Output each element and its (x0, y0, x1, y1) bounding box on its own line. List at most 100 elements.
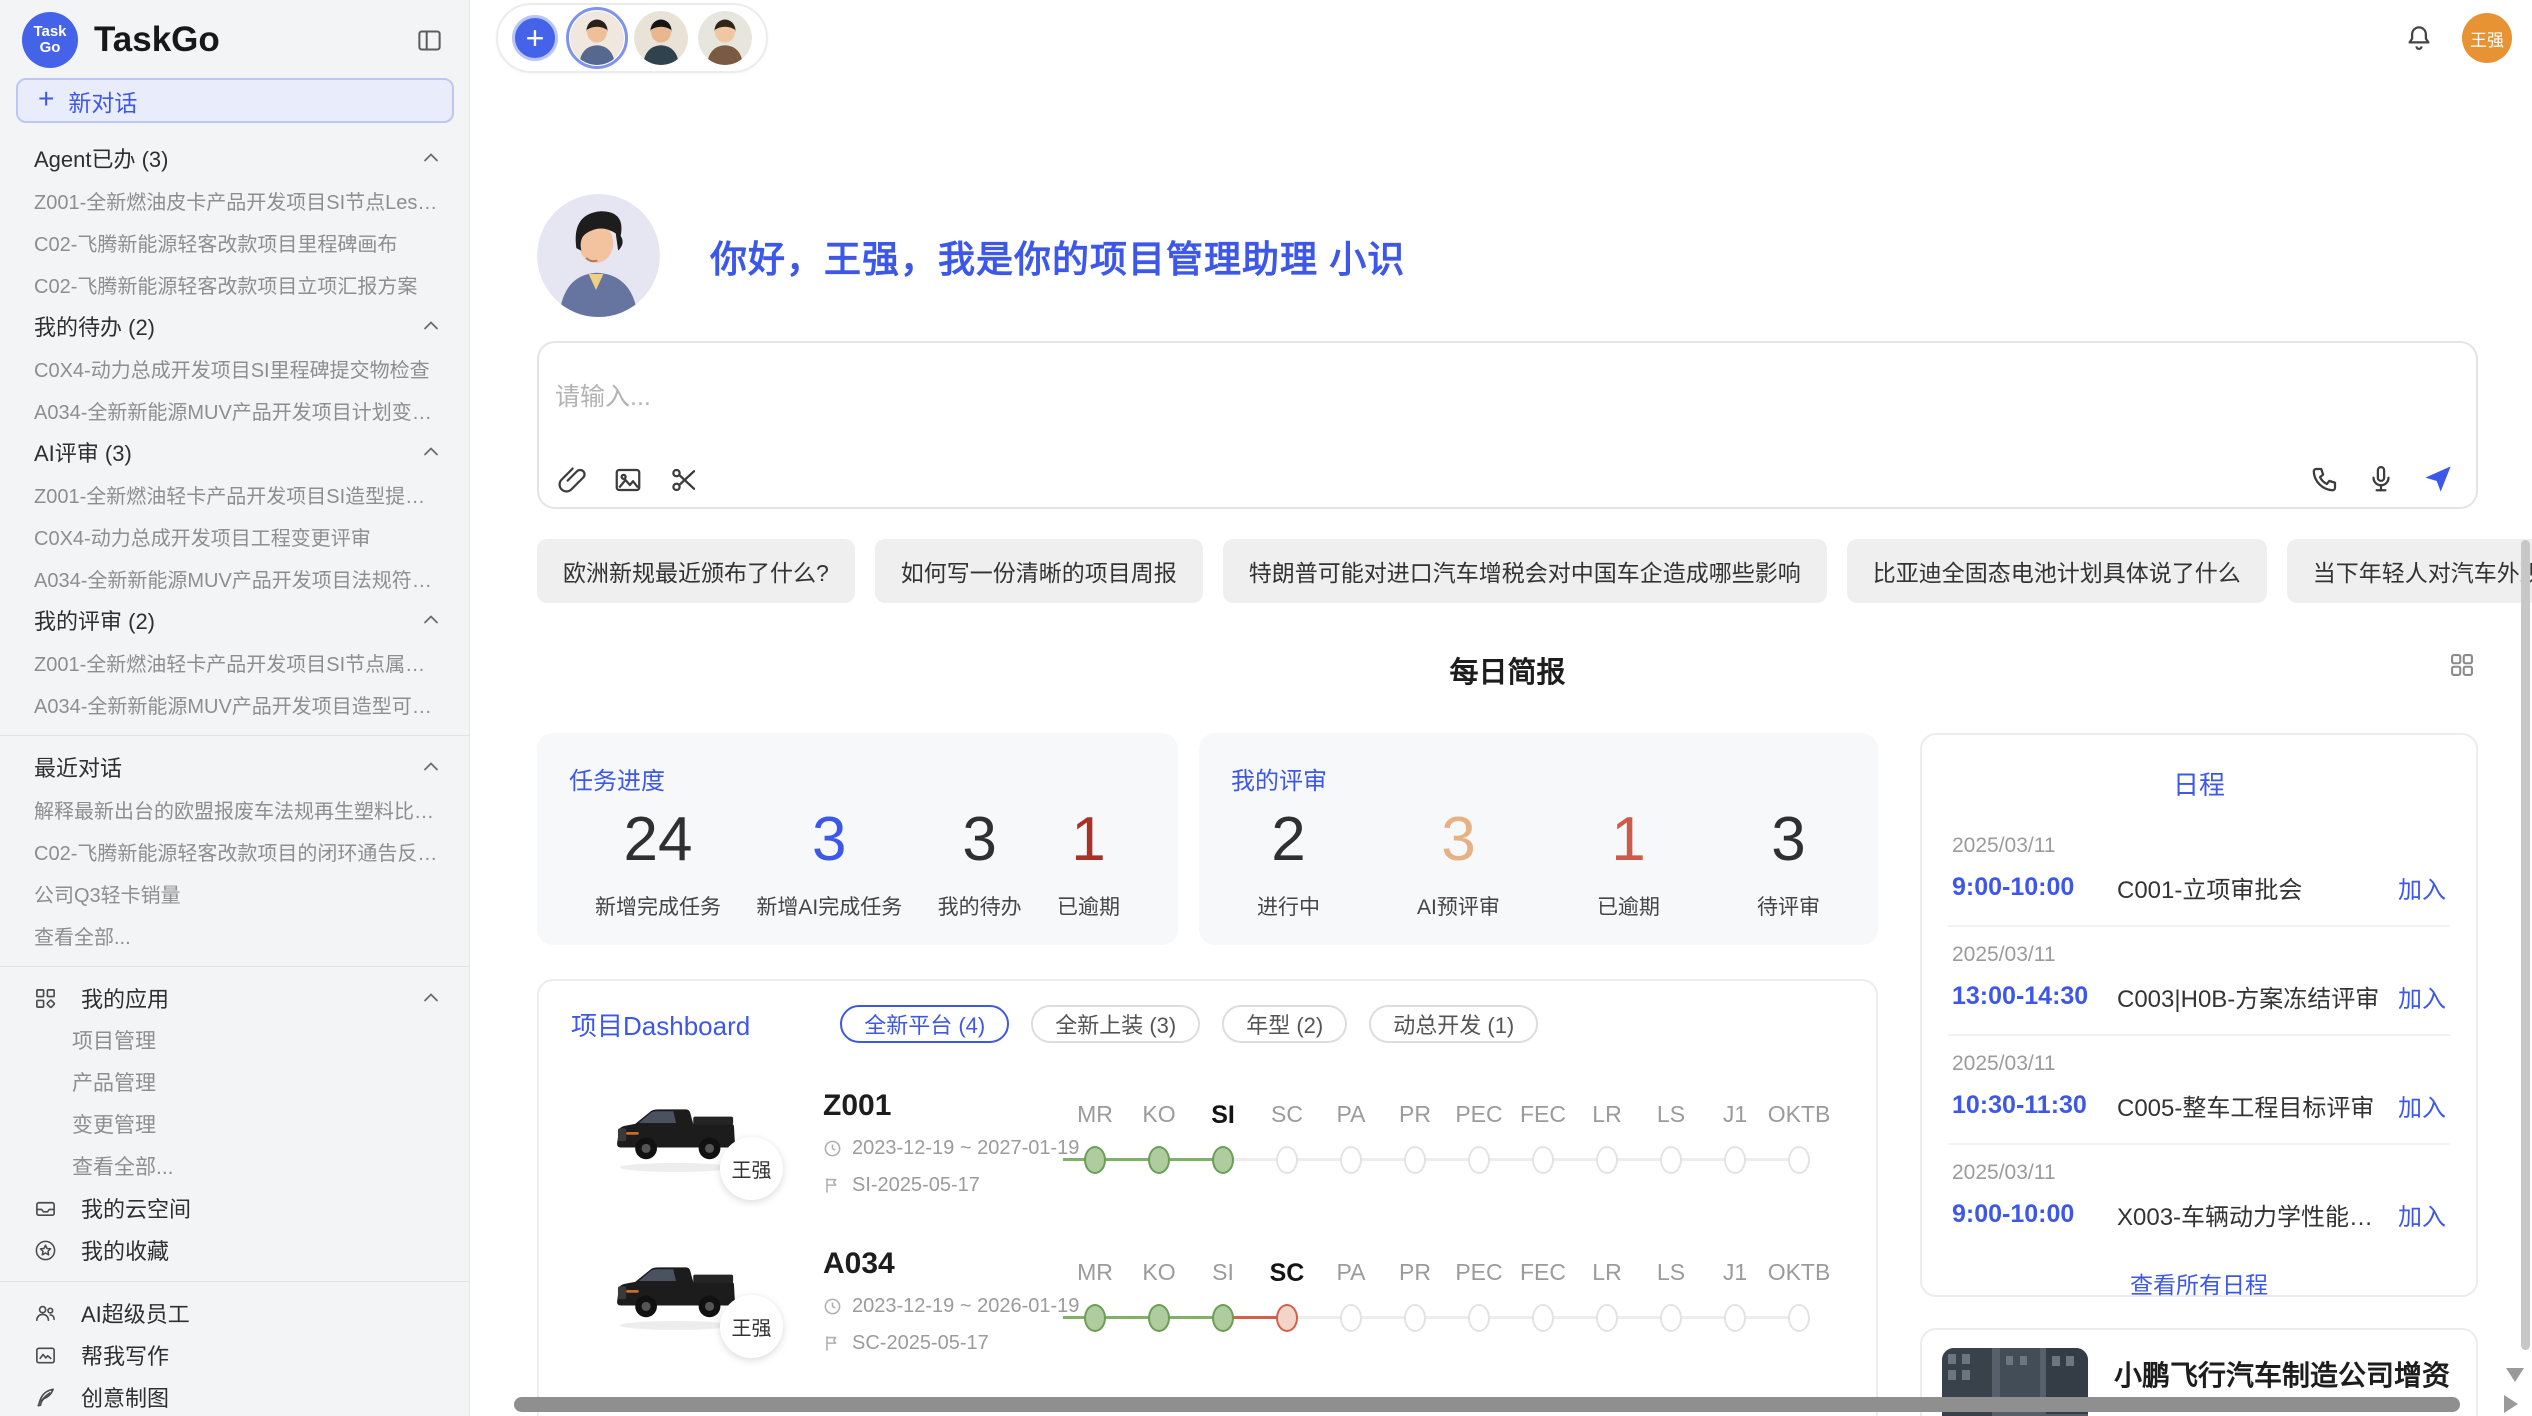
phone-call-icon[interactable] (2310, 464, 2340, 494)
sidebar-tool-ai-staff[interactable]: AI超级员工 (0, 1292, 469, 1334)
sidebar-recent-chats[interactable]: 最近对话 (0, 746, 469, 788)
sidebar-section-3[interactable]: 我的评审 (2) (0, 599, 469, 641)
sidebar-task-item[interactable]: C0X4-动力总成开发项目工程变更评审 (0, 515, 469, 557)
stat-item[interactable]: 3我的待办 (938, 804, 1022, 921)
avatar-2[interactable] (634, 11, 688, 65)
milestone-dot-FEC[interactable] (1532, 1146, 1554, 1174)
stat-item[interactable]: 3新增AI完成任务 (756, 804, 902, 921)
milestone-dot-KO[interactable] (1148, 1304, 1170, 1332)
event-join-link[interactable]: 加入 (2398, 1088, 2446, 1123)
stat-item[interactable]: 24新增完成任务 (595, 804, 721, 921)
vertical-scrollbar[interactable] (2521, 540, 2530, 1350)
sidebar-task-item[interactable]: A034-全新新能源MUV产品开发项目法规符合性评审 (0, 557, 469, 599)
milestone-dot-PR[interactable] (1404, 1304, 1426, 1332)
avatar-3[interactable] (698, 11, 752, 65)
scroll-right-arrow[interactable] (2504, 1395, 2518, 1413)
send-icon[interactable] (2422, 463, 2454, 495)
apps-view-all-link[interactable]: 查看全部... (0, 1145, 469, 1187)
milestone-dot-MR[interactable] (1084, 1304, 1106, 1332)
milestone-dot-SC[interactable] (1276, 1146, 1298, 1174)
app-item[interactable]: 变更管理 (0, 1103, 469, 1145)
sidebar-task-item[interactable]: Z001-全新燃油皮卡产品开发项目SI节点Lesson Learn报告 (0, 179, 469, 221)
sidebar-my-apps[interactable]: 我的应用 (0, 977, 469, 1019)
user-avatar[interactable]: 王强 (2462, 13, 2512, 63)
milestone-dot-PEC[interactable] (1468, 1146, 1490, 1174)
sidebar-task-item[interactable]: Z001-全新燃油轻卡产品开发项目SI造型提交物评审 (0, 473, 469, 515)
notification-bell-icon[interactable] (2404, 23, 2434, 53)
sidebar-favorites[interactable]: 我的收藏 (0, 1229, 469, 1271)
milestone-dot-SC[interactable] (1276, 1304, 1298, 1332)
suggestion-chip[interactable]: 当下年轻人对汽车外观有怎样的喜好趋势 (2287, 539, 2532, 603)
image-upload-icon[interactable] (613, 465, 643, 495)
sidebar-task-item[interactable]: C02-飞腾新能源轻客改款项目立项汇报方案 (0, 263, 469, 305)
sidebar-task-item[interactable]: Z001-全新燃油轻卡产品开发项目SI节点属性5D文件评审 (0, 641, 469, 683)
stat-item[interactable]: 3AI预评审 (1417, 804, 1500, 921)
event-join-link[interactable]: 加入 (2398, 870, 2446, 905)
sidebar-section-0[interactable]: Agent已办 (3) (0, 137, 469, 179)
stat-item[interactable]: 2进行中 (1257, 804, 1320, 921)
stat-item[interactable]: 1已逾期 (1597, 804, 1660, 921)
sidebar-cloud-space[interactable]: 我的云空间 (0, 1187, 469, 1229)
event-join-link[interactable]: 加入 (2398, 1197, 2446, 1232)
recent-chat-item[interactable]: 公司Q3轻卡销量 (0, 872, 469, 914)
sidebar-task-item[interactable]: C02-飞腾新能源轻客改款项目里程碑画布 (0, 221, 469, 263)
milestone-track (1063, 1146, 1831, 1176)
sidebar-task-item[interactable]: C0X4-动力总成开发项目SI里程碑提交物检查 (0, 347, 469, 389)
project-row[interactable]: 王强Z0012023-12-19 ~ 2027-01-19SI-2025-05-… (539, 1067, 1876, 1225)
milestone-dot-PR[interactable] (1404, 1146, 1426, 1174)
suggestion-chip[interactable]: 如何写一份清晰的项目周报 (875, 539, 1203, 603)
milestone-dot-LR[interactable] (1596, 1304, 1618, 1332)
dashboard-tab[interactable]: 全新上装 (3) (1031, 1005, 1200, 1043)
suggestion-chip[interactable]: 特朗普可能对进口汽车增税会对中国车企造成哪些影响 (1223, 539, 1827, 603)
sidebar-task-item[interactable]: A034-全新新能源MUV产品开发项目造型可行性评审 (0, 683, 469, 725)
attachment-icon[interactable] (557, 465, 587, 495)
chat-input[interactable] (555, 377, 2255, 447)
sidebar-section-2[interactable]: AI评审 (3) (0, 431, 469, 473)
recent-chat-item[interactable]: 解释最新出台的欧盟报废车法规再生塑料比例被调至15%... (0, 788, 469, 830)
avatar-1[interactable] (570, 11, 624, 65)
milestone-dot-LS[interactable] (1660, 1146, 1682, 1174)
stat-item[interactable]: 1已逾期 (1057, 804, 1120, 921)
sidebar-collapse-icon[interactable] (416, 27, 443, 54)
recent-chat-item[interactable]: C02-飞腾新能源轻客改款项目的闭环通告反馈情况 (0, 830, 469, 872)
milestone-dot-MR[interactable] (1084, 1146, 1106, 1174)
layout-grid-icon[interactable] (2448, 651, 2476, 679)
milestone-dot-PEC[interactable] (1468, 1304, 1490, 1332)
event-join-link[interactable]: 加入 (2398, 979, 2446, 1014)
scroll-down-arrow[interactable] (2506, 1368, 2524, 1382)
milestone-dot-SI[interactable] (1212, 1146, 1234, 1174)
microphone-icon[interactable] (2366, 464, 2396, 494)
app-item[interactable]: 项目管理 (0, 1019, 469, 1061)
milestone-dot-PA[interactable] (1340, 1304, 1362, 1332)
sidebar-tool-write[interactable]: 帮我写作 (0, 1334, 469, 1376)
milestone-label: J1 (1703, 1101, 1767, 1130)
recent-view-all-link[interactable]: 查看全部... (0, 914, 469, 956)
suggestion-chip[interactable]: 比亚迪全固态电池计划具体说了什么 (1847, 539, 2267, 603)
suggestion-chip[interactable]: 欧洲新规最近颁布了什么? (537, 539, 855, 603)
view-all-schedule-link[interactable]: 查看所有日程 (1948, 1266, 2450, 1300)
dashboard-tab[interactable]: 年型 (2) (1222, 1005, 1347, 1043)
add-session-button[interactable]: + (512, 15, 558, 61)
milestone-dot-PA[interactable] (1340, 1146, 1362, 1174)
sidebar-tool-draw[interactable]: 创意制图 (0, 1376, 469, 1416)
stat-item[interactable]: 3待评审 (1757, 804, 1820, 921)
scissors-icon[interactable] (669, 465, 699, 495)
milestone-dot-FEC[interactable] (1532, 1304, 1554, 1332)
milestone-dot-OKTB[interactable] (1788, 1304, 1810, 1332)
horizontal-scrollbar[interactable] (514, 1397, 2460, 1412)
dashboard-tab[interactable]: 全新平台 (4) (840, 1005, 1009, 1043)
dashboard-tab[interactable]: 动总开发 (1) (1369, 1005, 1538, 1043)
milestone-dot-J1[interactable] (1724, 1304, 1746, 1332)
sidebar-section-1[interactable]: 我的待办 (2) (0, 305, 469, 347)
milestone-dot-J1[interactable] (1724, 1146, 1746, 1174)
new-chat-button[interactable]: + 新对话 (16, 78, 454, 123)
milestone-dot-LS[interactable] (1660, 1304, 1682, 1332)
milestone-dot-SI[interactable] (1212, 1304, 1234, 1332)
milestone-dot-KO[interactable] (1148, 1146, 1170, 1174)
sidebar-task-item[interactable]: A034-全新新能源MUV产品开发项目计划变更表编写 (0, 389, 469, 431)
milestone-label: MR (1063, 1259, 1127, 1288)
milestone-dot-OKTB[interactable] (1788, 1146, 1810, 1174)
milestone-dot-LR[interactable] (1596, 1146, 1618, 1174)
project-row[interactable]: 王强A0342023-12-19 ~ 2026-01-19SC-2025-05-… (539, 1225, 1876, 1383)
app-item[interactable]: 产品管理 (0, 1061, 469, 1103)
